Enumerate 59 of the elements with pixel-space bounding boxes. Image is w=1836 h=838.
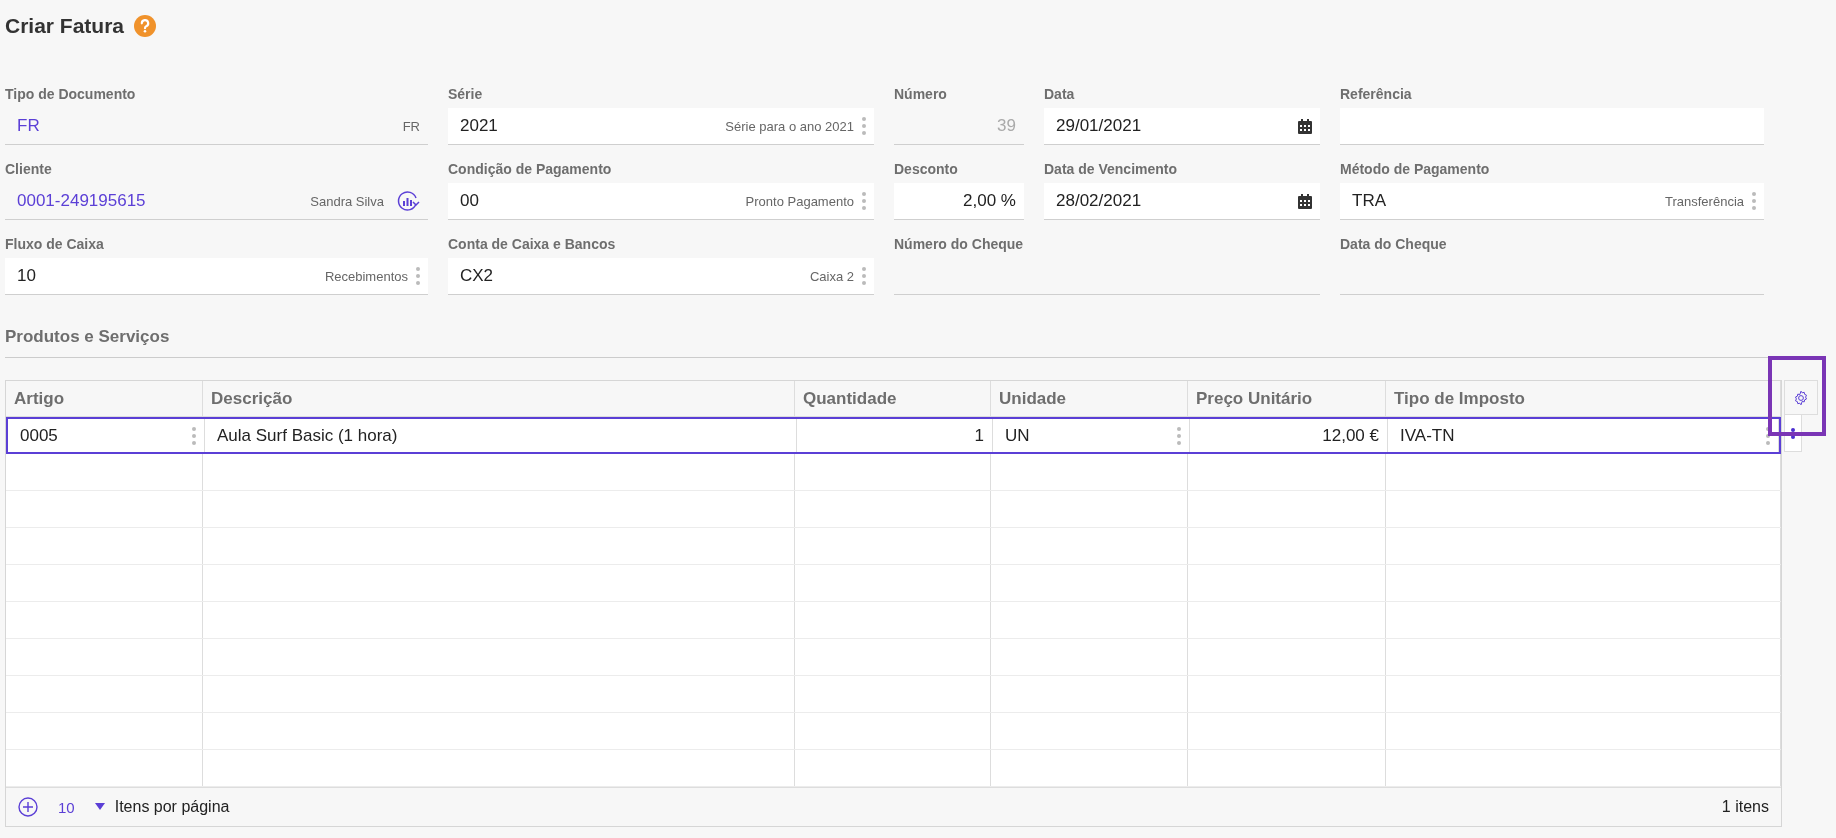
table-cell: IVA-TN bbox=[1388, 419, 1779, 452]
more-icon bbox=[862, 267, 866, 285]
calendar-icon[interactable] bbox=[1298, 193, 1312, 209]
table-cell: Aula Surf Basic (1 hora) bbox=[205, 419, 797, 452]
date-field[interactable]: 28/02/2021 bbox=[1044, 183, 1320, 220]
number-field: 39 bbox=[894, 108, 1024, 145]
column-header[interactable]: Preço Unitário bbox=[1188, 381, 1386, 417]
page-size-label: Itens por página bbox=[114, 798, 230, 816]
refresh-chart-icon[interactable] bbox=[396, 190, 420, 212]
reference-field[interactable]: FR FR bbox=[5, 108, 428, 145]
field-label: Série bbox=[448, 85, 484, 104]
add-icon[interactable] bbox=[18, 797, 38, 817]
calendar-icon[interactable] bbox=[1298, 118, 1312, 134]
more-icon bbox=[192, 426, 196, 445]
column-header[interactable]: Tipo de Imposto bbox=[1386, 381, 1781, 417]
field-label: Cliente bbox=[5, 160, 53, 179]
field-label: Fluxo de Caixa bbox=[5, 235, 105, 254]
column-header[interactable]: Quantidade bbox=[795, 381, 991, 417]
lookup-field[interactable]: 10 Recebimentos bbox=[5, 258, 428, 295]
field-label: Data de Vencimento bbox=[1044, 160, 1179, 179]
more-icon bbox=[1177, 426, 1181, 445]
field-label: Referência bbox=[1340, 85, 1413, 104]
date-field[interactable]: 29/01/2021 bbox=[1044, 108, 1320, 145]
more-icon bbox=[862, 192, 866, 210]
field-label: Tipo de Documento bbox=[5, 85, 137, 104]
page-title: Criar Fatura bbox=[5, 14, 125, 38]
text-field[interactable] bbox=[1340, 108, 1764, 145]
table-cell: 1 bbox=[797, 419, 993, 452]
more-icon bbox=[862, 117, 866, 135]
more-icon bbox=[1752, 192, 1756, 210]
item-count: 1 itens bbox=[1721, 798, 1769, 816]
more-icon bbox=[1766, 426, 1770, 445]
column-header[interactable]: Unidade bbox=[991, 381, 1188, 417]
table-cell: 0005 bbox=[8, 419, 205, 452]
column-header[interactable]: Artigo bbox=[6, 381, 203, 417]
settings-icon[interactable] bbox=[1793, 389, 1809, 406]
settings-button[interactable] bbox=[1784, 380, 1818, 415]
field-label: Data do Cheque bbox=[1340, 235, 1448, 254]
field-label: Conta de Caixa e Bancos bbox=[448, 235, 617, 254]
lookup-field[interactable]: CX2 Caixa 2 bbox=[448, 258, 874, 295]
section-title: Produtos e Serviços bbox=[5, 327, 1775, 358]
field-label: Número do Cheque bbox=[894, 235, 1025, 254]
field-label: Método de Pagamento bbox=[1340, 160, 1491, 179]
lookup-field[interactable]: 00 Pronto Pagamento bbox=[448, 183, 874, 220]
table-row[interactable]: 0005 Aula Surf Basic (1 hora) 1 UN 12,00 € IVA-TN bbox=[6, 417, 1781, 454]
caret-icon[interactable] bbox=[94, 803, 105, 811]
reference-field[interactable]: 0001-249195615 Sandra Silva bbox=[5, 183, 428, 220]
column-header[interactable]: Descrição bbox=[203, 381, 795, 417]
field-label: Número bbox=[894, 85, 948, 104]
field-label: Data bbox=[1044, 85, 1076, 104]
table-cell: 12,00 € bbox=[1190, 419, 1388, 452]
lookup-field[interactable]: 2021 Série para o ano 2021 bbox=[448, 108, 874, 145]
discount-field[interactable]: 2,00 % bbox=[894, 183, 1024, 220]
field-label: Desconto bbox=[894, 160, 959, 179]
more-icon bbox=[416, 267, 420, 285]
table-cell: UN bbox=[993, 419, 1190, 452]
page-size-dropdown[interactable]: 10 bbox=[48, 798, 85, 816]
field-label: Condição de Pagamento bbox=[448, 160, 613, 179]
lookup-field[interactable]: TRA Transferência bbox=[1340, 183, 1764, 220]
